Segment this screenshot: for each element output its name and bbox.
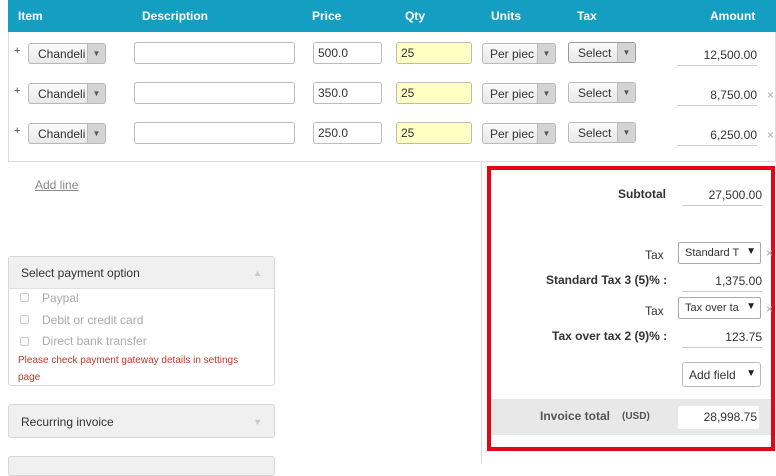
tax-select[interactable]: Select ▼	[568, 42, 636, 63]
gateway-warning: Please check payment gateway details in …	[18, 355, 239, 366]
add-field-select-value: Add field	[689, 368, 736, 382]
column-header-amount: Amount	[710, 9, 756, 23]
tax-type-select-value: Tax over ta	[685, 302, 739, 314]
column-header-tax: Tax	[577, 9, 597, 23]
column-header-item: Item	[18, 9, 43, 23]
gateway-warning-cont: page	[18, 372, 41, 383]
tax1-label: Standard Tax 3 (5)% :	[546, 273, 668, 287]
tax-type-select[interactable]: Tax over ta ▼	[678, 297, 761, 319]
bank-transfer-checkbox[interactable]	[20, 337, 29, 346]
tax1-value: 1,375.00	[682, 272, 762, 292]
add-line-link[interactable]: Add line	[35, 178, 78, 192]
subtotal-label: Subtotal	[618, 187, 666, 201]
column-header-price: Price	[312, 9, 342, 23]
tax2-label: Tax over tax 2 (9)% :	[552, 329, 668, 343]
paypal-label: Paypal	[42, 291, 79, 305]
units-select-value: Per piec	[490, 47, 535, 61]
chevron-down-icon: ▼	[87, 124, 105, 143]
subtotal-value: 27,500.00	[682, 186, 762, 206]
column-header-description: Description	[142, 9, 209, 23]
payment-option-header[interactable]: Select payment option ▲	[9, 257, 274, 289]
tax-select[interactable]: Select ▼	[568, 82, 636, 103]
tax-select-value: Select	[578, 126, 612, 140]
remove-line-icon[interactable]: ×	[767, 128, 774, 142]
item-select-value: Chandeli	[38, 127, 86, 141]
line-amount: 12,500.00	[677, 46, 757, 66]
tax-select-value: Select	[578, 86, 612, 100]
chevron-down-icon: ▼	[87, 84, 105, 103]
qty-input[interactable]: 25	[396, 42, 472, 64]
tax2-value: 123.75	[682, 328, 762, 348]
currency-label: (USD)	[622, 411, 650, 422]
chevron-down-icon: ▼	[746, 301, 756, 312]
line-items-container	[8, 32, 776, 162]
chevron-down-icon: ▼	[617, 83, 635, 102]
card-checkbox[interactable]	[20, 315, 29, 324]
chevron-down-icon: ▼	[537, 44, 555, 63]
price-input[interactable]: 250.0	[313, 122, 382, 144]
expand-row-icon[interactable]: +	[14, 125, 20, 137]
column-header-qty: Qty	[405, 9, 426, 23]
chevron-up-icon: ▲	[253, 268, 262, 278]
payment-option-title: Select payment option	[21, 266, 140, 280]
chevron-down-icon: ▼	[617, 43, 635, 62]
chevron-down-icon: ▼	[746, 246, 756, 257]
price-input[interactable]: 350.0	[313, 82, 382, 104]
expand-row-icon[interactable]: +	[14, 45, 20, 57]
description-input[interactable]	[134, 122, 295, 144]
units-select[interactable]: Per piec ▼	[482, 43, 556, 64]
qty-input[interactable]: 25	[396, 82, 472, 104]
chevron-down-icon: ▼	[746, 368, 756, 379]
item-select[interactable]: Chandeli ▼	[28, 83, 106, 104]
description-input[interactable]	[134, 82, 295, 104]
units-select-value: Per piec	[490, 127, 535, 141]
paypal-checkbox[interactable]	[20, 293, 29, 302]
add-field-select[interactable]: Add field ▼	[682, 362, 761, 387]
tax-select-value: Select	[578, 46, 612, 60]
recurring-invoice-panel[interactable]: Recurring invoice ▼	[8, 404, 275, 438]
line-amount: 6,250.00	[677, 126, 757, 146]
recurring-invoice-title: Recurring invoice	[21, 415, 114, 429]
units-select[interactable]: Per piec ▼	[482, 83, 556, 104]
remove-line-icon[interactable]: ×	[767, 88, 774, 102]
expand-row-icon[interactable]: +	[14, 85, 20, 97]
tax-label: Tax	[645, 304, 664, 318]
price-input[interactable]: 500.0	[313, 42, 382, 64]
invoice-total-label: Invoice total	[540, 409, 611, 423]
qty-input[interactable]: 25	[396, 122, 472, 144]
chevron-down-icon: ▼	[537, 84, 555, 103]
tax-label: Tax	[645, 248, 664, 262]
chevron-down-icon: ▼	[253, 417, 262, 427]
bank-transfer-label: Direct bank transfer	[42, 334, 147, 348]
item-select[interactable]: Chandeli ▼	[28, 43, 106, 64]
item-select[interactable]: Chandeli ▼	[28, 123, 106, 144]
chevron-down-icon: ▼	[87, 44, 105, 63]
tax-select[interactable]: Select ▼	[568, 122, 636, 143]
description-input[interactable]	[134, 42, 295, 64]
units-select-value: Per piec	[490, 87, 535, 101]
tax-type-select[interactable]: Standard T ▼	[678, 242, 761, 264]
item-select-value: Chandeli	[38, 87, 86, 101]
line-amount: 8,750.00	[677, 86, 757, 106]
remove-tax-icon[interactable]: ×	[766, 302, 773, 316]
chevron-down-icon: ▼	[537, 124, 555, 143]
collapsed-panel[interactable]	[8, 456, 275, 476]
column-header-units: Units	[491, 9, 521, 23]
card-label: Debit or credit card	[42, 313, 144, 327]
chevron-down-icon: ▼	[617, 123, 635, 142]
tax-type-select-value: Standard T	[685, 247, 740, 259]
remove-tax-icon[interactable]: ×	[766, 246, 773, 260]
units-select[interactable]: Per piec ▼	[482, 123, 556, 144]
item-select-value: Chandeli	[38, 47, 86, 61]
line-items-header: Item Description Price Qty Units Tax Amo…	[8, 0, 776, 32]
invoice-total-value: 28,998.75	[678, 406, 759, 429]
